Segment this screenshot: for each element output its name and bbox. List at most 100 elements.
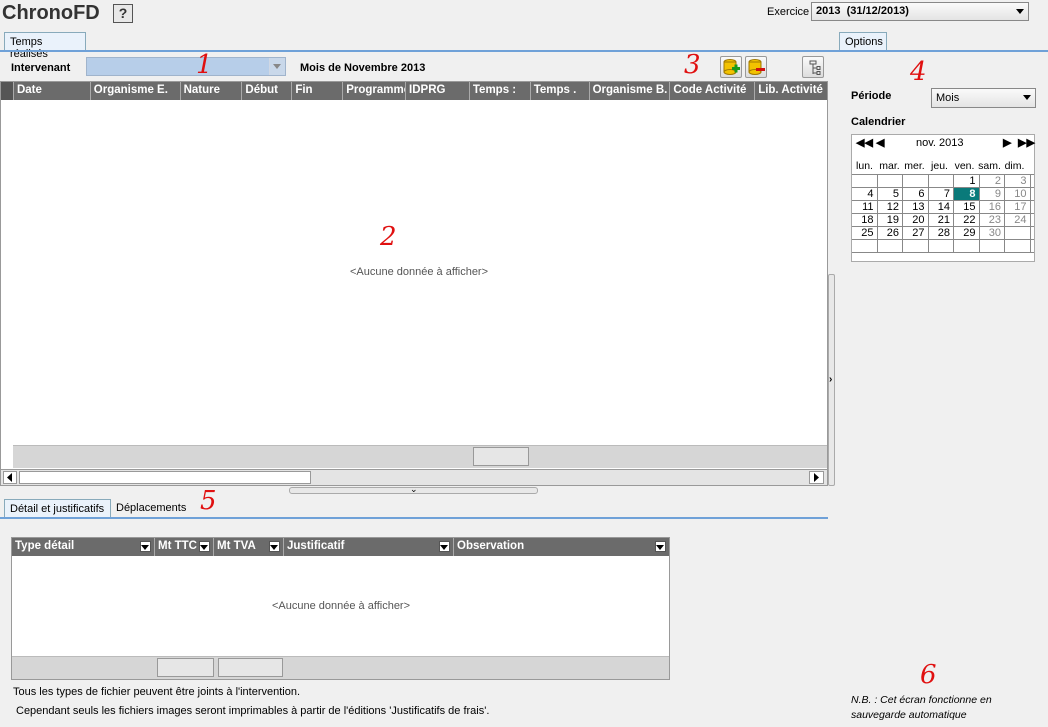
scroll-left-button[interactable] [3,471,17,484]
calendar-day[interactable]: 22 [954,214,980,226]
filter-dropdown-icon[interactable] [140,541,151,552]
chevron-down-icon [1023,95,1031,100]
calendar-day[interactable]: 23 [980,214,1005,226]
column-header[interactable]: Fin [292,82,344,100]
calendar-day[interactable]: 9 [980,188,1005,200]
weekday-label: mar. [879,160,900,172]
exercice-select[interactable]: 2013 (31/12/2013) [811,2,1029,21]
tab-detail-justificatifs[interactable]: Détail et justificatifs [4,499,111,519]
prev-year-icon[interactable]: ◀◀ [856,136,873,149]
calendar-day[interactable]: 8 [954,188,980,200]
periode-select[interactable]: Mois [931,88,1036,108]
column-header[interactable]: Type détail [12,538,155,556]
chevron-down-icon [1016,9,1024,14]
calendar-day[interactable]: 12 [878,201,903,213]
calendar-day[interactable]: 16 [980,201,1005,213]
filter-dropdown-icon[interactable] [199,541,210,552]
calendar-day [878,240,903,252]
calendar-day[interactable]: 25 [852,227,878,239]
calendar-day[interactable]: 28 [929,227,954,239]
tab-options[interactable]: Options [839,32,887,52]
weekday-label: dim. [1004,160,1025,172]
calendar-day[interactable]: 14 [929,201,954,213]
calendar-day[interactable]: 10 [1005,188,1031,200]
remove-button[interactable] [745,56,767,78]
arrow-left-icon [7,473,12,482]
calendar-week-row: 11 12 13 14 15 16 17 [852,201,1034,214]
column-header[interactable]: Observation [454,538,669,556]
column-header[interactable]: Code Activité [670,82,756,100]
column-header[interactable]: Nature [181,82,243,100]
column-header[interactable]: Mt TVA [214,538,284,556]
tree-view-button[interactable] [802,56,824,78]
intervenant-select[interactable] [86,57,286,76]
calendar-day[interactable]: 24 [1005,214,1031,226]
calendar[interactable]: ◀◀ ◀ nov. 2013 ▶ ▶▶ lun. mar. mer. jeu. … [851,134,1035,262]
calendar-day [980,240,1005,252]
column-header[interactable]: Organisme E. [91,82,181,100]
tab-temps-realises[interactable]: Temps réalisés [4,32,86,60]
column-header[interactable]: Organisme B. [590,82,671,100]
calendar-day[interactable]: 17 [1005,201,1031,213]
column-header[interactable]: Date [14,82,91,100]
calendar-day[interactable]: 13 [903,201,929,213]
calendar-day[interactable]: 11 [852,201,878,213]
calendar-day[interactable]: 19 [878,214,903,226]
tab-deplacements[interactable]: Déplacements [111,499,189,519]
exercice-label: Exercice [767,6,810,18]
calendar-day[interactable]: 6 [903,188,929,200]
scroll-right-button[interactable] [809,471,824,484]
weekday-label: sam. [978,160,1001,172]
horizontal-scrollbar[interactable] [1,469,827,485]
footer-total-tva [218,658,283,677]
chevron-right-icon[interactable]: › [829,374,832,385]
periode-value: Mois [936,92,960,104]
calendar-day[interactable]: 4 [852,188,878,200]
column-header[interactable]: Temps . [531,82,590,100]
help-button[interactable]: ? [113,4,133,23]
filter-dropdown-icon[interactable] [269,541,280,552]
column-header[interactable]: Justificatif [284,538,454,556]
calendar-day[interactable]: 1 [954,175,980,187]
calendar-day[interactable]: 5 [878,188,903,200]
column-header[interactable]: IDPRG [406,82,470,100]
calendar-day [1005,240,1031,252]
chevron-down-icon[interactable]: ⌄ [410,484,418,495]
weekday-label: ven. [954,160,975,172]
add-button[interactable] [720,56,742,78]
calendar-day[interactable]: 18 [852,214,878,226]
calendar-day [903,175,929,187]
calendar-day[interactable]: 7 [929,188,954,200]
calendar-day [852,240,878,252]
column-header[interactable]: Début [242,82,293,100]
app-title: ChronoFD [2,2,100,24]
calendar-day[interactable]: 29 [954,227,980,239]
calendar-day[interactable]: 27 [903,227,929,239]
column-header[interactable]: Temps : [470,82,531,100]
next-month-icon[interactable]: ▶ [1003,136,1011,149]
calendar-day[interactable]: 30 [980,227,1005,239]
annotation-2: 2 [380,222,397,252]
prev-month-icon[interactable]: ◀ [876,136,884,149]
intervenant-label: Intervenant [11,62,71,74]
weekday-label: mer. [904,160,925,172]
calendar-day[interactable]: 3 [1005,175,1031,187]
calendar-day[interactable]: 26 [878,227,903,239]
calendar-day[interactable]: 2 [980,175,1005,187]
filter-dropdown-icon[interactable] [439,541,450,552]
filter-dropdown-icon[interactable] [655,541,666,552]
scroll-thumb[interactable] [19,471,311,484]
calendar-day [1005,227,1031,239]
column-header[interactable]: Lib. Activité [755,82,827,100]
column-header[interactable]: Mt TTC [155,538,214,556]
detail-grid[interactable]: Type détail Mt TTC Mt TVA Justificatif O… [11,537,670,680]
calendar-day[interactable]: 15 [954,201,980,213]
temps-grid[interactable]: Date Organisme E. Nature Début Fin Progr… [0,81,828,486]
tab-underline [0,50,836,52]
calendar-day [903,240,929,252]
calendar-day[interactable]: 21 [929,214,954,226]
column-chooser-icon[interactable] [1,82,14,100]
column-header[interactable]: Programme [343,82,407,100]
next-year-icon[interactable]: ▶▶ [1018,136,1035,149]
calendar-day[interactable]: 20 [903,214,929,226]
